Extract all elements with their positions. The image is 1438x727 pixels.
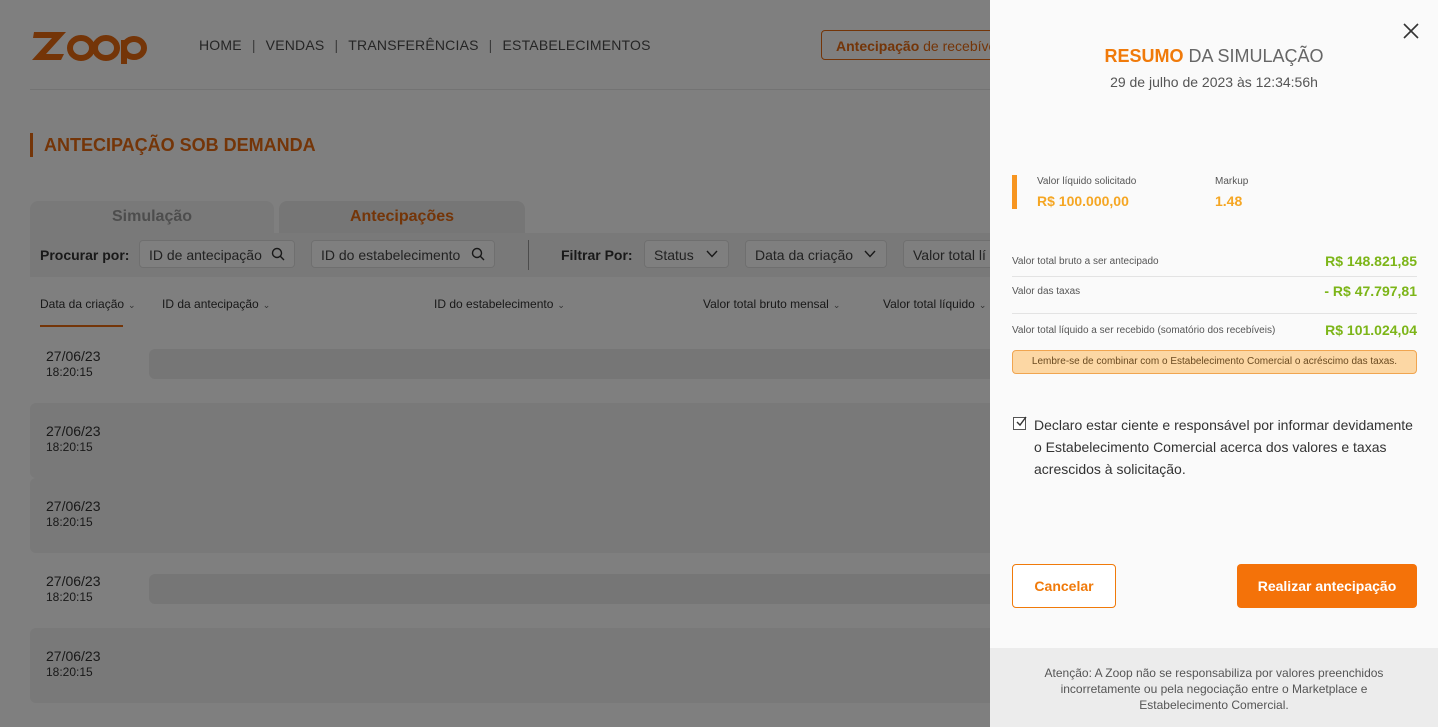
fees-notice: Lembre-se de combinar com o Estabelecime… [1012, 350, 1417, 374]
gross-label: Valor total bruto a ser antecipado [1012, 256, 1159, 267]
requested-label: Valor líquido solicitado [1037, 176, 1137, 187]
panel-title-bold: RESUMO [1104, 46, 1184, 66]
fees-label: Valor das taxas [1012, 286, 1081, 297]
summary-divider [1012, 313, 1417, 314]
accent-bar [1012, 175, 1017, 209]
cancel-button[interactable]: Cancelar [1012, 564, 1116, 608]
panel-datetime: 29 de julho de 2023 às 12:34:56h [1110, 74, 1318, 90]
panel-title-rest: DA SIMULAÇÃO [1183, 46, 1324, 66]
modal-backdrop[interactable] [0, 0, 990, 727]
declaration-text[interactable]: Declaro estar ciente e responsável por i… [1034, 414, 1419, 480]
close-icon[interactable] [1402, 22, 1420, 40]
net-value: R$ 101.024,04 [1325, 322, 1417, 338]
footer-disclaimer: Atenção: A Zoop não se responsabiliza po… [1044, 666, 1384, 712]
net-label: Valor total líquido a ser recebido (soma… [1012, 325, 1276, 336]
markup-label: Markup [1215, 176, 1249, 187]
check-icon [1016, 416, 1027, 427]
requested-value: R$ 100.000,00 [1037, 193, 1129, 209]
summary-divider [1012, 276, 1417, 277]
realizar-antecipacao-button[interactable]: Realizar antecipação [1237, 564, 1417, 608]
markup-value: 1.48 [1215, 193, 1243, 209]
panel-title: RESUMO DA SIMULAÇÃO [990, 46, 1438, 67]
gross-value: R$ 148.821,85 [1325, 253, 1417, 269]
declaration-checkbox[interactable] [1013, 416, 1027, 430]
fees-value: - R$ 47.797,81 [1324, 283, 1417, 299]
